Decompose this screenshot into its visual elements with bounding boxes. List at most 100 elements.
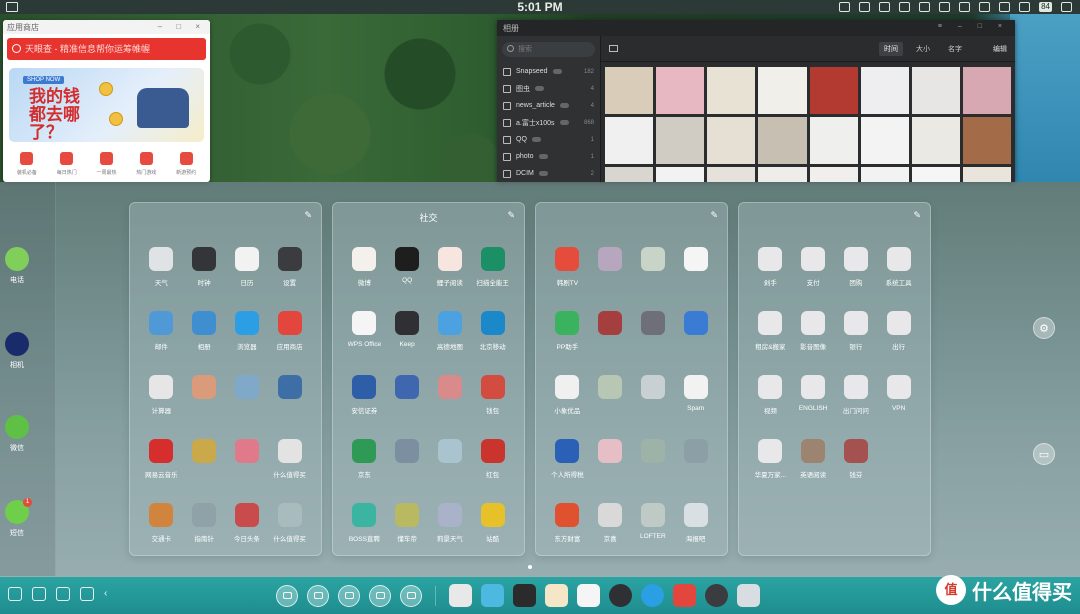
photo-thumbnail[interactable]	[962, 167, 1011, 182]
signal-icon[interactable]	[999, 2, 1011, 12]
app-icon-tile[interactable]: 站酷	[471, 503, 514, 547]
photo-thumbnail[interactable]	[707, 67, 756, 114]
multitask-icon[interactable]	[8, 587, 22, 601]
app-icon-tile[interactable]: 影音图像	[792, 311, 835, 355]
album-item[interactable]: news_article 4	[497, 97, 600, 114]
app-store-window[interactable]: 应用商店 – □ × 天眼查 - 精准信息帮你运筹帷幄 SHOP NOW 我的钱…	[3, 20, 210, 182]
app-icon-tile[interactable]: 钱包	[471, 375, 514, 419]
app-icon-tile[interactable]: 钱芬	[835, 439, 878, 483]
taskbar-app-music[interactable]	[513, 584, 536, 607]
edit-pencil-icon[interactable]: ✎	[913, 210, 921, 221]
edit-pencil-icon[interactable]: ✎	[507, 210, 515, 221]
app-icon-tile[interactable]	[429, 375, 472, 419]
photo-thumbnail[interactable]	[860, 67, 909, 114]
photo-thumbnail[interactable]	[860, 117, 909, 164]
app-icon-tile[interactable]: 京东	[343, 439, 386, 483]
taskbar-app-notes[interactable]	[545, 584, 568, 607]
app-icon-tile[interactable]	[589, 247, 632, 291]
taskbar-app-browser[interactable]	[641, 584, 664, 607]
app-icon-tile[interactable]	[632, 311, 675, 355]
photo-thumbnail[interactable]	[911, 167, 960, 182]
taskbar-app-clock[interactable]	[609, 584, 632, 607]
app-icon-tile[interactable]: 微博	[343, 247, 386, 291]
photo-thumbnail[interactable]	[707, 117, 756, 164]
app-icon-tile[interactable]	[674, 311, 717, 355]
taskbar-app-launcher[interactable]	[449, 584, 472, 607]
app-icon-tile[interactable]: 交通卡	[140, 503, 183, 547]
app-icon-tile[interactable]: 支付	[792, 247, 835, 291]
photo-thumbnail[interactable]	[758, 117, 807, 164]
desktop-button[interactable]	[338, 584, 360, 607]
edit-button[interactable]: 编辑	[993, 44, 1007, 54]
app-icon-tile[interactable]	[386, 375, 429, 419]
gallery-window[interactable]: 相册 ≡ – □ × 搜索 Snapseed 182 图虫 4 news_article…	[497, 20, 1015, 182]
app-icon-tile[interactable]: 鲤子阅读	[429, 247, 472, 291]
photo-thumbnail[interactable]	[911, 67, 960, 114]
window-icon[interactable]	[899, 2, 911, 12]
sort-by-name-button[interactable]: 名字	[943, 42, 967, 56]
app-icon-tile[interactable]: 北京移动	[471, 311, 514, 355]
folder-button[interactable]: ▭	[1033, 443, 1055, 465]
photo-thumbnail[interactable]	[605, 67, 654, 114]
vpn-icon[interactable]	[859, 2, 871, 12]
album-item[interactable]: 图虫 4	[497, 80, 600, 97]
app-store-titlebar[interactable]: 应用商店 – □ ×	[3, 20, 210, 34]
search-icon[interactable]	[879, 2, 891, 12]
app-icon-tile[interactable]: 华夏万家...	[749, 439, 792, 483]
app-icon-tile[interactable]: 租房&搬家	[749, 311, 792, 355]
photo-thumbnail[interactable]	[809, 67, 858, 114]
settings-gear-button[interactable]: ⚙	[1033, 317, 1055, 339]
app-icon-tile[interactable]: PP助手	[546, 311, 589, 355]
category-item[interactable]: 每日热门	[57, 152, 77, 176]
edit-pencil-icon[interactable]: ✎	[710, 210, 718, 221]
app-store-banner[interactable]: SHOP NOW 我的钱都去哪了？	[9, 68, 204, 142]
app-icon-tile[interactable]: 银行	[835, 311, 878, 355]
app-icon-tile[interactable]	[183, 439, 226, 483]
app-icon-tile[interactable]: 京喜	[589, 503, 632, 547]
battery-indicator[interactable]: 84	[1039, 2, 1052, 12]
album-item[interactable]: a.富士x100s 868	[497, 114, 600, 131]
app-icon-tile[interactable]: 相册	[183, 311, 226, 355]
app-icon-tile[interactable]: 时钟	[183, 247, 226, 291]
all-apps-button[interactable]	[400, 584, 422, 607]
gallery-search-input[interactable]: 搜索	[502, 42, 595, 57]
app-icon-tile[interactable]: 红包	[471, 439, 514, 483]
photo-thumbnail[interactable]	[962, 117, 1011, 164]
taskbar-app-app-store[interactable]	[673, 584, 696, 607]
app-icon-tile[interactable]	[632, 439, 675, 483]
app-icon-tile[interactable]: 剁手	[749, 247, 792, 291]
app-icon-tile[interactable]: 邮件	[140, 311, 183, 355]
photo-thumbnail[interactable]	[656, 117, 705, 164]
gallery-titlebar[interactable]: 相册 ≡ – □ ×	[497, 20, 1015, 36]
app-icon-tile[interactable]: 指南针	[183, 503, 226, 547]
app-icon-tile[interactable]: 扫描全能王	[471, 247, 514, 291]
app-icon-tile[interactable]	[429, 439, 472, 483]
app-icon-tile[interactable]	[183, 375, 226, 419]
app-icon-tile[interactable]: 系统工具	[877, 247, 920, 291]
app-icon-tile[interactable]: 计算器	[140, 375, 183, 419]
dock-app[interactable]: 短信 1	[3, 498, 32, 538]
album-item[interactable]: photo 1	[497, 148, 600, 165]
screenshot-icon[interactable]	[32, 587, 46, 601]
edit-pencil-icon[interactable]: ✎	[304, 210, 312, 221]
app-icon-tile[interactable]: 出行	[877, 311, 920, 355]
app-icon-tile[interactable]: 什么值得买	[268, 439, 311, 483]
bluetooth-icon[interactable]	[959, 2, 971, 12]
app-icon-tile[interactable]: Spam	[674, 375, 717, 419]
app-icon-tile[interactable]: 韩剧TV	[546, 247, 589, 291]
app-icon-tile[interactable]: 安信证券	[343, 375, 386, 419]
toggle-icon[interactable]	[56, 587, 70, 601]
category-item[interactable]: 一周最热	[96, 152, 117, 176]
app-icon-tile[interactable]: 出门问问	[835, 375, 878, 419]
app-icon-tile[interactable]	[268, 375, 311, 419]
app-icon-tile[interactable]: 高德地图	[429, 311, 472, 355]
photo-thumbnail[interactable]	[605, 117, 654, 164]
app-icon-tile[interactable]: WPS Office	[343, 311, 386, 355]
taskbar-app-trash[interactable]	[737, 584, 760, 607]
album-item[interactable]: Snapseed 182	[497, 63, 600, 80]
photo-thumbnail[interactable]	[809, 117, 858, 164]
app-icon-tile[interactable]: 应用商店	[268, 311, 311, 355]
photo-thumbnail[interactable]	[605, 167, 654, 182]
app-icon-tile[interactable]: 团购	[835, 247, 878, 291]
app-icon-tile[interactable]	[589, 439, 632, 483]
